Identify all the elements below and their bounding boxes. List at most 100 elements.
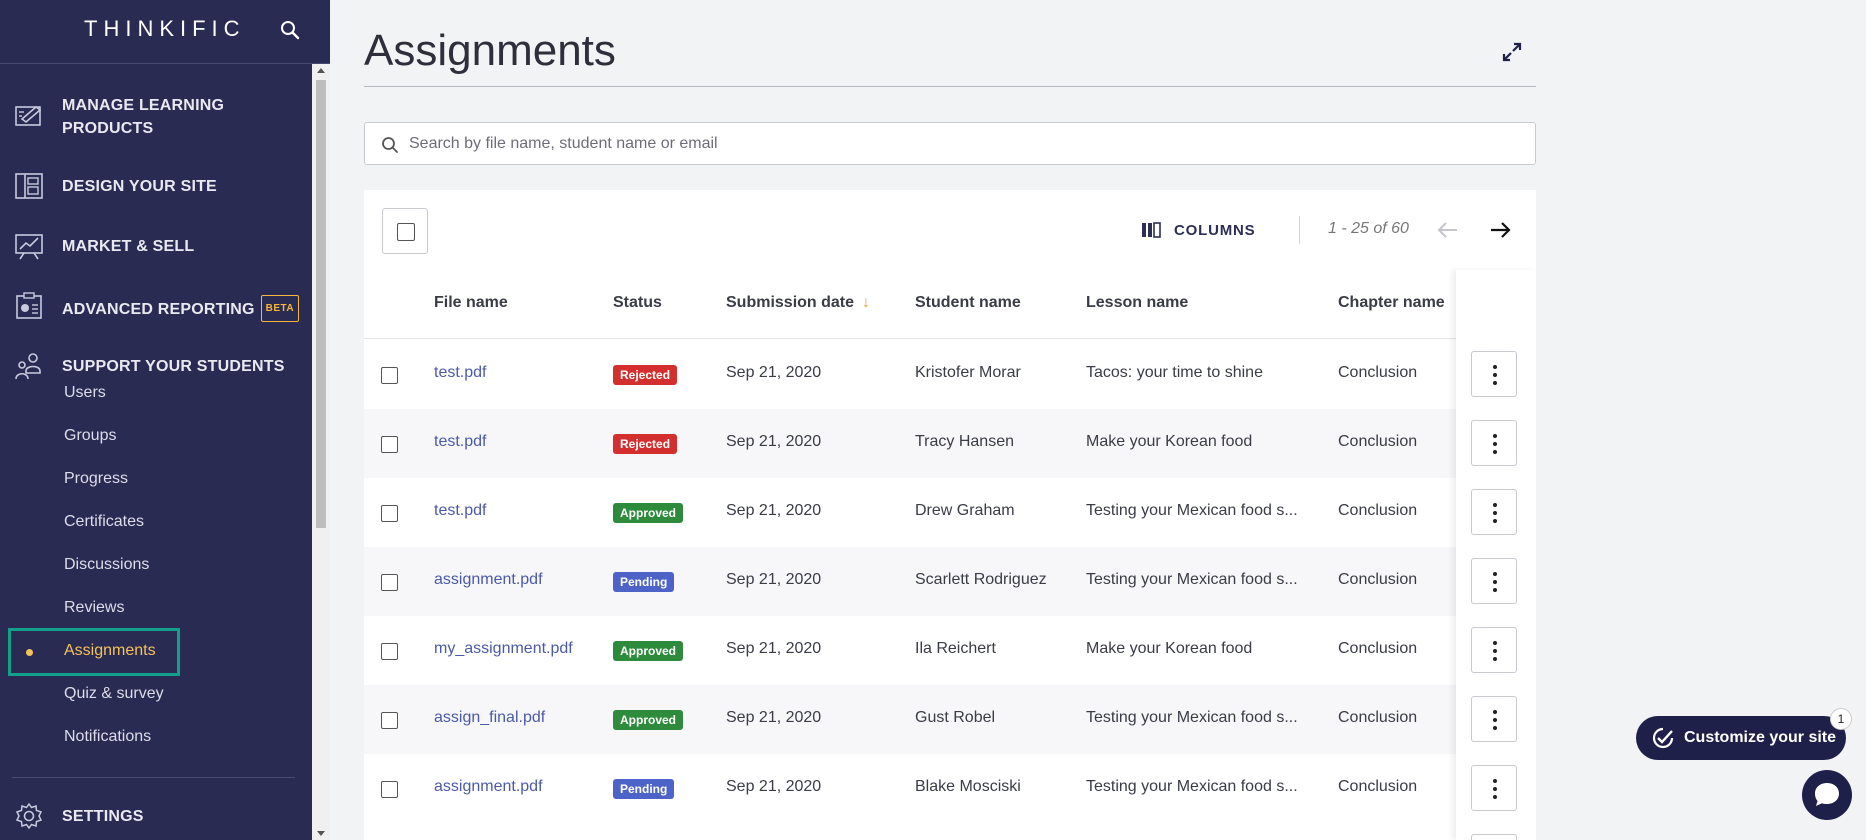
status-badge: Rejected (613, 434, 678, 454)
chart-board-icon (15, 234, 43, 260)
row-more-actions-button[interactable] (1471, 558, 1517, 604)
scroll-thumb[interactable] (316, 80, 326, 528)
sidebar-scrollbar[interactable] (312, 64, 330, 840)
sidebar-item-reviews[interactable]: Reviews (64, 599, 124, 617)
header-chapter-name[interactable]: Chapter name (1338, 294, 1445, 312)
file-name-link[interactable]: assignment.pdf (434, 571, 543, 589)
table-row: test.pdf Rejected Sep 21, 2020 Kristofer Mo… (364, 340, 1536, 409)
dot (1493, 519, 1497, 523)
table-header: File name Status Submission date ↓ Studen… (364, 270, 1536, 339)
nav-label-design: DESIGN YOUR SITE (62, 178, 217, 195)
dot (1493, 588, 1497, 592)
scroll-up-arrow-icon[interactable] (317, 68, 325, 73)
nav-label-market: MARKET & SELL (62, 238, 195, 255)
file-name-link[interactable]: test.pdf (434, 364, 486, 382)
sidebar-item-certificates[interactable]: Certificates (64, 513, 144, 531)
lesson-name: Testing your Mexican food s... (1086, 502, 1298, 519)
chapter-name: Conclusion (1338, 640, 1418, 657)
status-badge: Rejected (613, 365, 678, 385)
row-checkbox[interactable] (381, 712, 398, 729)
lesson-name: Testing your Mexican food s... (1086, 709, 1298, 726)
table-row: my_assignment.pdf Approved Sep 21, 2020 Ila… (364, 616, 1536, 685)
select-all-checkbox[interactable] (382, 208, 428, 254)
sidebar-nav: MANAGE LEARNING PRODUCTS DESIGN YOUR SIT… (0, 64, 312, 840)
submission-date: Sep 21, 2020 (726, 640, 822, 657)
nav-manage-learning-products[interactable]: MANAGE LEARNING PRODUCTS (0, 80, 312, 152)
dot (1493, 726, 1497, 730)
dot (1493, 373, 1497, 377)
customize-site-button[interactable]: Customize your site (1636, 716, 1846, 760)
header-lesson-name[interactable]: Lesson name (1086, 294, 1188, 312)
sidebar-item-users[interactable]: Users (64, 384, 106, 402)
check-badge-icon (1652, 727, 1674, 749)
chapter-name: Conclusion (1338, 364, 1418, 381)
header-student-name[interactable]: Student name (915, 294, 1021, 312)
row-more-actions-button[interactable] (1471, 834, 1517, 840)
nav-support-students[interactable]: SUPPORT YOUR STUDENTS (0, 344, 312, 388)
table-row: assignment.pdf Pending Sep 21, 2020 Blake M… (364, 754, 1536, 823)
row-checkbox[interactable] (381, 367, 398, 384)
row-more-actions-button[interactable] (1471, 420, 1517, 466)
dot (1493, 572, 1497, 576)
sidebar-item-notifications[interactable]: Notifications (64, 728, 151, 746)
file-name-link[interactable]: assign_final.pdf (434, 709, 545, 727)
scroll-down-arrow-icon[interactable] (317, 831, 325, 836)
student-name: Drew Graham (915, 502, 1015, 519)
sidebar-divider (12, 777, 295, 778)
dot (1493, 795, 1497, 799)
nav-settings[interactable]: SETTINGS (0, 794, 312, 838)
checkbox-box (397, 223, 415, 241)
header-file-name[interactable]: File name (434, 294, 508, 312)
row-checkbox[interactable] (381, 505, 398, 522)
arrow-right-icon[interactable] (1488, 220, 1512, 240)
nav-design-your-site[interactable]: DESIGN YOUR SITE (0, 164, 312, 208)
sidebar-item-assignments[interactable]: Assignments (64, 642, 156, 660)
customize-count-badge: 1 (1830, 708, 1852, 730)
dot (1493, 503, 1497, 507)
title-divider (364, 86, 1536, 87)
row-more-actions-button[interactable] (1471, 489, 1517, 535)
row-more-actions-button[interactable] (1471, 696, 1517, 742)
row-checkbox[interactable] (381, 574, 398, 591)
nav-advanced-reporting[interactable]: ADVANCED REPORTING BETA (0, 284, 312, 328)
file-name-link[interactable]: test.pdf (434, 502, 486, 520)
sidebar-header: THINKIFIC (0, 0, 330, 64)
sidebar-item-discussions[interactable]: Discussions (64, 556, 149, 574)
search-box[interactable] (364, 122, 1536, 165)
search-input[interactable] (409, 123, 1509, 164)
arrow-left-icon[interactable] (1436, 220, 1460, 240)
row-checkbox[interactable] (381, 643, 398, 660)
dot (1493, 649, 1497, 653)
columns-button[interactable]: COLUMNS (1142, 218, 1255, 242)
status-badge: Approved (613, 503, 684, 523)
logo[interactable]: THINKIFIC (84, 16, 246, 42)
header-submission-date[interactable]: Submission date ↓ (726, 294, 870, 312)
chapter-name: Conclusion (1338, 571, 1418, 588)
table-toolbar: COLUMNS 1 - 25 of 60 (364, 190, 1536, 270)
file-name-link[interactable]: my_assignment.pdf (434, 640, 573, 658)
expand-icon[interactable] (1500, 40, 1524, 64)
pagination-range: 1 - 25 of 60 (1328, 220, 1409, 237)
toolbar-separator (1299, 216, 1300, 244)
sidebar-item-groups[interactable]: Groups (64, 427, 116, 445)
dot (1493, 442, 1497, 446)
file-name-link[interactable]: assignment.pdf (434, 778, 543, 796)
student-name: Kristofer Morar (915, 364, 1021, 381)
sidebar-item-quiz-survey[interactable]: Quiz & survey (64, 685, 164, 703)
row-checkbox[interactable] (381, 781, 398, 798)
dot (1493, 434, 1497, 438)
row-more-actions-button[interactable] (1471, 765, 1517, 811)
search-icon[interactable] (278, 18, 302, 42)
chat-button[interactable] (1802, 770, 1852, 820)
status-badge: Pending (613, 779, 675, 799)
sidebar-item-progress[interactable]: Progress (64, 470, 128, 488)
dot (1493, 718, 1497, 722)
nav-label-manage: MANAGE LEARNING PRODUCTS (62, 97, 225, 137)
nav-label-settings: SETTINGS (62, 808, 144, 825)
row-checkbox[interactable] (381, 436, 398, 453)
file-name-link[interactable]: test.pdf (434, 433, 486, 451)
row-more-actions-button[interactable] (1471, 351, 1517, 397)
nav-market-sell[interactable]: MARKET & SELL (0, 224, 312, 268)
row-more-actions-button[interactable] (1471, 627, 1517, 673)
header-status[interactable]: Status (613, 294, 662, 312)
